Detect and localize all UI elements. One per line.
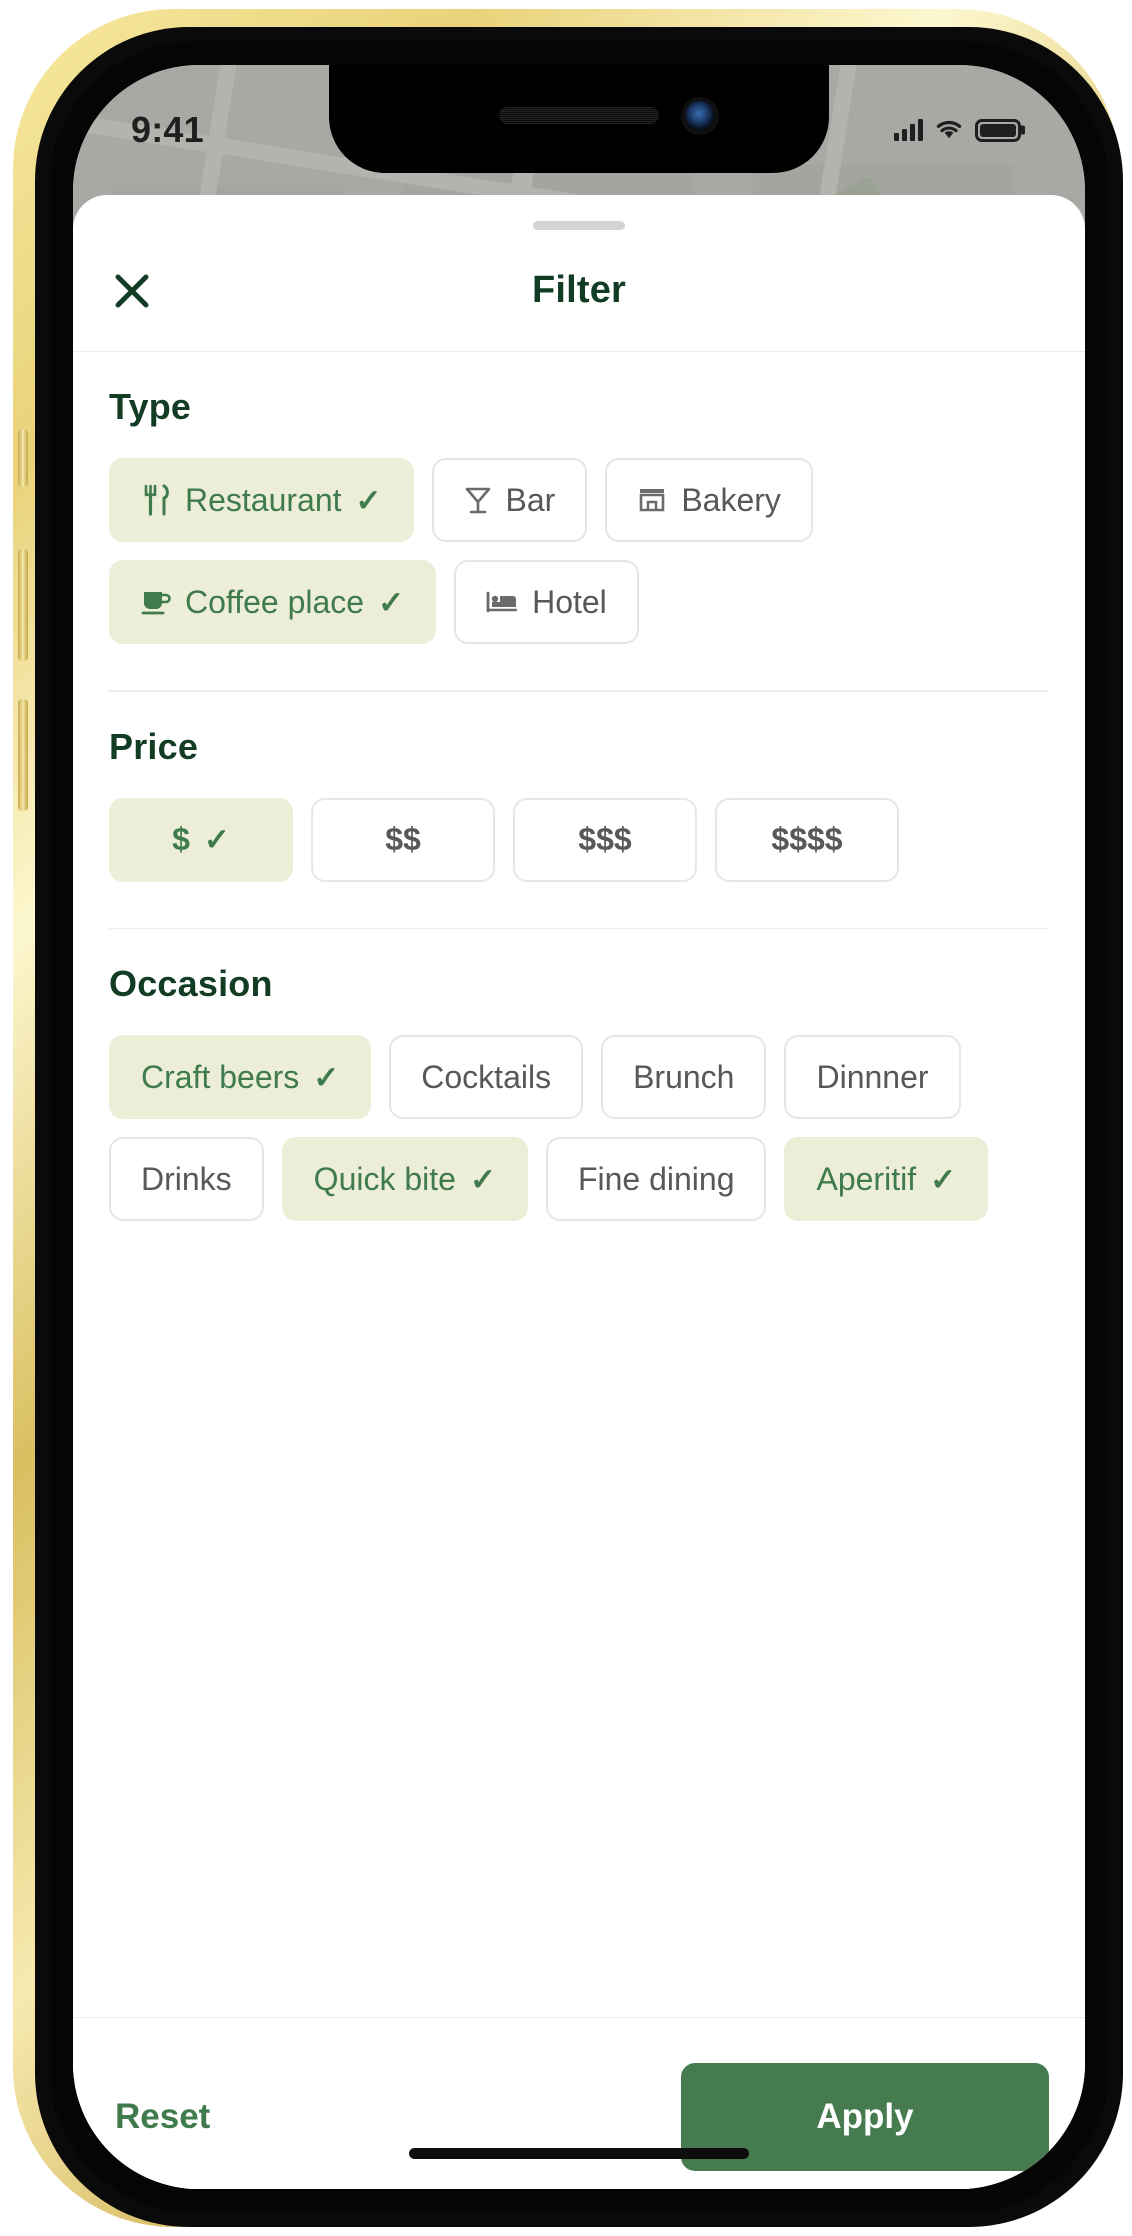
sheet-header: Filter <box>73 230 1085 352</box>
filter-bottom-sheet: Filter Type Restaurant ✓ Bar Bakery Coff… <box>73 195 1085 2189</box>
chip-bar[interactable]: Bar <box>431 458 588 542</box>
chip-label: Dinnner <box>816 1058 929 1095</box>
chip-price-3[interactable]: $$$ <box>513 797 697 882</box>
bed-icon <box>486 589 518 615</box>
section-title-type: Type <box>109 386 192 427</box>
type-chip-group: Restaurant ✓ Bar Bakery Coffee place ✓ H… <box>109 458 1049 644</box>
chip-label: $ <box>172 821 190 857</box>
chip-label: Coffee place <box>185 583 365 620</box>
chip-restaurant[interactable]: Restaurant ✓ <box>109 458 414 542</box>
chip-label: Fine dining <box>577 1160 735 1197</box>
status-bar-indicators <box>894 97 1021 142</box>
coffee-cup-icon <box>141 587 171 617</box>
section-occasion: Occasion Craft beers ✓ Cocktails Brunch <box>109 929 1049 1221</box>
phone-screen: 9:41 Filter Type Restaurant ✓ Bar Bakery… <box>73 65 1085 2189</box>
section-title-price: Price <box>109 725 199 767</box>
check-icon: ✓ <box>378 584 405 620</box>
home-indicator[interactable] <box>409 2148 749 2159</box>
chip-label: Craft beers <box>141 1058 300 1095</box>
check-icon: ✓ <box>469 1161 496 1197</box>
sheet-footer: Reset Apply <box>73 2017 1085 2189</box>
chip-quick-bite[interactable]: Quick bite ✓ <box>281 1137 528 1221</box>
chip-price-2[interactable]: $$ <box>311 797 495 882</box>
occasion-chip-group: Craft beers ✓ Cocktails Brunch Dinnner D… <box>109 1035 1049 1221</box>
restaurant-icon <box>141 484 171 516</box>
signal-bars-icon <box>894 119 923 141</box>
chip-fine-dining[interactable]: Fine dining <box>545 1137 767 1221</box>
check-icon: ✓ <box>313 1059 340 1095</box>
chip-label: $$ <box>385 821 421 857</box>
cocktail-glass-icon <box>464 485 492 515</box>
chip-label: Restaurant <box>185 481 342 518</box>
chip-label: Drinks <box>141 1160 232 1197</box>
chip-label: $$$$ <box>771 821 843 857</box>
close-button[interactable] <box>101 260 163 322</box>
chip-aperitif[interactable]: Aperitif ✓ <box>784 1137 989 1221</box>
chip-label: Cocktails <box>421 1058 552 1095</box>
chip-label: $$$ <box>578 821 632 857</box>
filter-sections: Type Restaurant ✓ Bar Bakery Coffee plac… <box>73 352 1085 2017</box>
status-bar-time: 9:41 <box>131 109 204 150</box>
check-icon: ✓ <box>355 482 382 518</box>
close-icon <box>110 269 154 313</box>
chip-price-4[interactable]: $$$$ <box>715 797 899 882</box>
chip-dinner[interactable]: Dinnner <box>784 1035 961 1119</box>
chip-cocktails[interactable]: Cocktails <box>389 1035 584 1119</box>
section-title-occasion: Occasion <box>109 963 273 1004</box>
chip-hotel[interactable]: Hotel <box>454 560 639 644</box>
mute-switch-button[interactable] <box>18 429 28 487</box>
phone-frame-gold: 9:41 Filter Type Restaurant ✓ Bar Bakery… <box>13 9 1123 2227</box>
check-icon: ✓ <box>930 1161 957 1197</box>
battery-full-icon <box>975 118 1021 142</box>
chip-drinks[interactable]: Drinks <box>109 1137 264 1221</box>
chip-label: Bar <box>505 481 556 518</box>
chip-brunch[interactable]: Brunch <box>601 1035 767 1119</box>
reset-button[interactable]: Reset <box>109 2087 216 2147</box>
sheet-drag-handle[interactable] <box>533 221 625 230</box>
price-chip-group: $ ✓ $$ $$$ $$$$ <box>109 797 1049 882</box>
front-camera-icon <box>685 101 715 131</box>
chip-label: Hotel <box>532 583 607 620</box>
store-icon <box>637 486 667 514</box>
chip-label: Quick bite <box>313 1160 456 1197</box>
screenshot-root: 9:41 Filter Type Restaurant ✓ Bar Bakery… <box>0 0 1132 2236</box>
chip-craft-beers[interactable]: Craft beers ✓ <box>109 1035 372 1119</box>
chip-label: Aperitif <box>816 1160 917 1197</box>
chip-price-1[interactable]: $ ✓ <box>109 797 293 882</box>
section-type: Type Restaurant ✓ Bar Bakery Coffee plac… <box>109 352 1049 692</box>
chip-coffee-place[interactable]: Coffee place ✓ <box>109 560 437 644</box>
wifi-icon <box>935 119 963 141</box>
page-title: Filter <box>531 269 627 311</box>
chip-bakery[interactable]: Bakery <box>605 458 813 542</box>
earpiece-speaker-icon <box>499 107 659 124</box>
check-icon: ✓ <box>203 822 230 857</box>
chip-label: Bakery <box>681 481 781 518</box>
section-price: Price $ ✓ $$ $$$ $$$$ <box>109 692 1049 929</box>
chip-label: Brunch <box>633 1058 735 1095</box>
volume-down-button[interactable] <box>18 699 28 811</box>
volume-up-button[interactable] <box>18 549 28 661</box>
